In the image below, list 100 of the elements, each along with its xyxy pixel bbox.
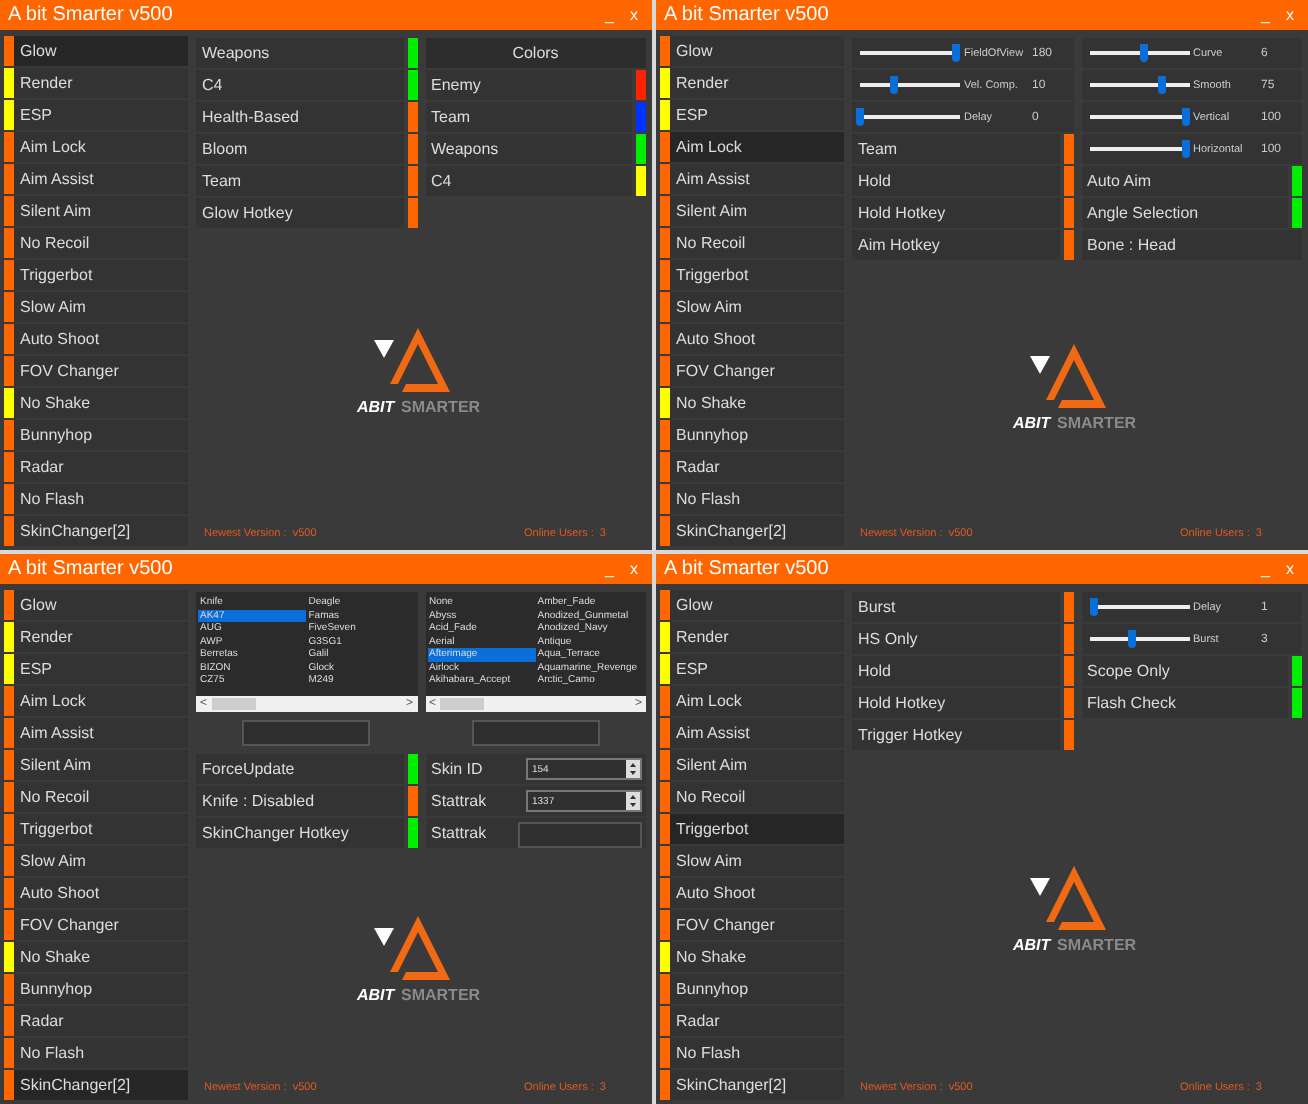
toggle-indicator[interactable] (407, 38, 417, 68)
scrollbar-thumb[interactable] (211, 698, 256, 710)
toggle-indicator[interactable] (1292, 688, 1302, 718)
sidebar-item[interactable]: No Recoil (4, 228, 188, 258)
sidebar-item[interactable]: Silent Aim (4, 750, 188, 780)
input-field[interactable] (471, 720, 600, 746)
slider-thumb[interactable] (1158, 76, 1166, 94)
sidebar-item[interactable]: Bunnyhop (660, 420, 844, 450)
toggle-indicator[interactable] (1292, 198, 1302, 228)
sidebar-item[interactable]: Slow Aim (660, 292, 844, 322)
sidebar-item[interactable]: Radar (4, 452, 188, 482)
sidebar-item[interactable]: Glow (4, 36, 188, 66)
slider-track[interactable] (1089, 598, 1189, 616)
toggle-indicator[interactable] (407, 198, 417, 228)
sidebar-item[interactable]: ESP (4, 100, 188, 130)
sidebar-item[interactable]: No Flash (660, 484, 844, 514)
sidebar-item[interactable]: Auto Shoot (4, 324, 188, 354)
sidebar-item[interactable]: ESP (4, 654, 188, 684)
spin-arrows-icon[interactable] (626, 792, 640, 810)
sidebar-item[interactable]: Triggerbot (4, 814, 188, 844)
sidebar-item[interactable]: No Recoil (4, 782, 188, 812)
sidebar-item[interactable]: No Shake (660, 388, 844, 418)
sidebar-item[interactable]: Glow (660, 590, 844, 620)
sidebar-item[interactable]: No Recoil (660, 228, 844, 258)
slider-thumb[interactable] (1181, 140, 1189, 158)
sidebar-item[interactable]: No Shake (4, 942, 188, 972)
input-field[interactable] (518, 822, 642, 848)
sidebar-item[interactable]: SkinChanger[2] (4, 1070, 188, 1100)
toggle-indicator[interactable] (1292, 166, 1302, 196)
sidebar-item[interactable]: Render (4, 68, 188, 98)
sidebar-item[interactable]: Radar (660, 1006, 844, 1036)
toggle-indicator[interactable] (1063, 688, 1073, 718)
slider-thumb[interactable] (856, 108, 864, 126)
sidebar-item[interactable]: Render (660, 68, 844, 98)
toggle-indicator[interactable] (1063, 624, 1073, 654)
slider-track[interactable] (1089, 140, 1189, 158)
sidebar-item[interactable]: No Shake (4, 388, 188, 418)
toggle-indicator[interactable] (1063, 230, 1073, 260)
sidebar-item[interactable]: Triggerbot (660, 814, 844, 844)
sidebar-item[interactable]: Triggerbot (660, 260, 844, 290)
toggle-indicator[interactable] (1063, 720, 1073, 750)
sidebar-item[interactable]: No Flash (4, 1038, 188, 1068)
sidebar-item[interactable]: Bunnyhop (4, 420, 188, 450)
sidebar-item[interactable]: ESP (660, 100, 844, 130)
slider-thumb[interactable] (889, 76, 897, 94)
sidebar-item[interactable]: Auto Shoot (660, 878, 844, 908)
toggle-indicator[interactable] (1063, 134, 1073, 164)
sidebar-item[interactable]: Slow Aim (4, 292, 188, 322)
sidebar-item[interactable]: Triggerbot (4, 260, 188, 290)
toggle-indicator[interactable] (407, 134, 417, 164)
sidebar-item[interactable]: Bunnyhop (4, 974, 188, 1004)
toggle-indicator[interactable] (1063, 592, 1073, 622)
slider-thumb[interactable] (1181, 108, 1189, 126)
sidebar-item[interactable]: Aim Lock (660, 132, 844, 162)
sidebar-item[interactable]: Bunnyhop (660, 974, 844, 1004)
sidebar-item[interactable]: Aim Lock (4, 686, 188, 716)
slider-thumb[interactable] (1140, 44, 1148, 62)
sidebar-item[interactable]: Auto Shoot (4, 878, 188, 908)
sidebar-item[interactable]: No Flash (4, 484, 188, 514)
toggle-indicator[interactable] (407, 166, 417, 196)
sidebar-item[interactable]: Silent Aim (660, 196, 844, 226)
toggle-indicator[interactable] (1292, 656, 1302, 686)
sidebar-item[interactable]: Radar (4, 1006, 188, 1036)
slider-thumb[interactable] (1128, 630, 1136, 648)
toggle-indicator[interactable] (1063, 656, 1073, 686)
sidebar-item[interactable]: Aim Lock (660, 686, 844, 716)
toggle-indicator[interactable] (1063, 166, 1073, 196)
sidebar-item[interactable]: Render (4, 622, 188, 652)
sidebar-item[interactable]: Slow Aim (4, 846, 188, 876)
toggle-indicator[interactable] (1063, 198, 1073, 228)
sidebar-item[interactable]: Render (660, 622, 844, 652)
sidebar-item[interactable]: Auto Shoot (660, 324, 844, 354)
sidebar-item[interactable]: SkinChanger[2] (4, 516, 188, 546)
sidebar-item[interactable]: Silent Aim (4, 196, 188, 226)
slider-track[interactable] (860, 108, 960, 126)
slider-track[interactable] (1089, 108, 1189, 126)
toggle-indicator[interactable] (407, 70, 417, 100)
slider-track[interactable] (860, 44, 960, 62)
sidebar-item[interactable]: Slow Aim (660, 846, 844, 876)
sidebar-item[interactable]: SkinChanger[2] (660, 516, 844, 546)
slider-thumb[interactable] (1090, 598, 1098, 616)
sidebar-item[interactable]: No Shake (660, 942, 844, 972)
sidebar-item[interactable]: Aim Assist (660, 164, 844, 194)
toggle-indicator[interactable] (636, 166, 646, 196)
sidebar-item[interactable]: FOV Changer (660, 910, 844, 940)
spin-arrows-icon[interactable] (626, 760, 640, 778)
sidebar-item[interactable]: Aim Assist (4, 718, 188, 748)
input-field[interactable] (242, 720, 371, 746)
toggle-indicator[interactable] (407, 754, 417, 784)
toggle-indicator[interactable] (636, 102, 646, 132)
sidebar-item[interactable]: Aim Assist (660, 718, 844, 748)
sidebar-item[interactable]: Silent Aim (660, 750, 844, 780)
scrollbar-thumb[interactable] (440, 698, 485, 710)
slider-thumb[interactable] (951, 44, 959, 62)
sidebar-item[interactable]: SkinChanger[2] (660, 1070, 844, 1100)
toggle-indicator[interactable] (407, 102, 417, 132)
sidebar-item[interactable]: Radar (660, 452, 844, 482)
sidebar-item[interactable]: FOV Changer (4, 910, 188, 940)
sidebar-item[interactable]: FOV Changer (660, 356, 844, 386)
toggle-indicator[interactable] (636, 70, 646, 100)
